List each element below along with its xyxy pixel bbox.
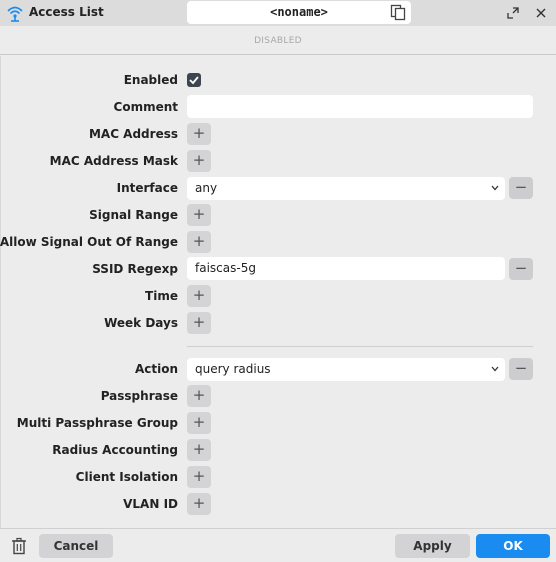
add-mac-address-mask-button[interactable]: +: [187, 150, 211, 172]
window-title: Access List: [29, 5, 104, 19]
ssid-regexp-label: SSID Regexp: [92, 262, 178, 276]
signal-range-label: Signal Range: [89, 208, 178, 222]
check-icon: [189, 76, 199, 85]
title-bar: Access List <noname>: [0, 0, 556, 26]
cancel-button[interactable]: Cancel: [39, 534, 113, 558]
multi-passphrase-label: Multi Passphrase Group: [16, 416, 178, 430]
add-time-button[interactable]: +: [187, 285, 211, 307]
add-multi-passphrase-button[interactable]: +: [187, 412, 211, 434]
interface-value: any: [195, 181, 218, 195]
enabled-label: Enabled: [123, 73, 178, 87]
passphrase-label: Passphrase: [100, 389, 178, 403]
comment-input[interactable]: [187, 95, 533, 118]
radius-accounting-label: Radius Accounting: [52, 443, 178, 457]
add-client-isolation-button[interactable]: +: [187, 466, 211, 488]
name-value: <noname>: [270, 5, 328, 19]
chevron-down-icon: [491, 366, 499, 372]
trash-icon[interactable]: [11, 537, 27, 555]
remove-ssid-regexp-button[interactable]: −: [509, 258, 533, 280]
add-week-days-button[interactable]: +: [187, 312, 211, 334]
allow-signal-label: Allow Signal Out Of Range: [0, 235, 178, 249]
ok-button[interactable]: OK: [476, 534, 550, 558]
time-label: Time: [145, 289, 178, 303]
apply-button[interactable]: Apply: [395, 534, 470, 558]
section-divider: [187, 346, 533, 347]
client-isolation-label: Client Isolation: [75, 470, 178, 484]
add-vlan-id-button[interactable]: +: [187, 493, 211, 515]
action-label: Action: [134, 362, 178, 376]
status-badge: DISABLED: [0, 28, 556, 55]
close-icon[interactable]: [533, 5, 549, 21]
comment-label: Comment: [113, 100, 178, 114]
restore-icon[interactable]: [505, 5, 521, 21]
name-field[interactable]: <noname>: [187, 1, 411, 24]
copy-icon[interactable]: [390, 4, 406, 21]
form-panel: Enabled Comment MAC Address + MAC Addres…: [0, 56, 556, 528]
remove-interface-button[interactable]: −: [509, 177, 533, 199]
interface-label: Interface: [116, 181, 178, 195]
interface-select[interactable]: any: [187, 177, 505, 200]
dialog-footer: Cancel Apply OK: [0, 528, 556, 562]
chevron-down-icon: [491, 185, 499, 191]
mac-address-mask-label: MAC Address Mask: [49, 154, 178, 168]
week-days-label: Week Days: [104, 316, 178, 330]
vlan-id-label: VLAN ID: [123, 497, 178, 511]
action-value: query radius: [195, 362, 271, 376]
action-select[interactable]: query radius: [187, 358, 505, 381]
ssid-regexp-input[interactable]: faiscas-5g: [187, 257, 505, 280]
mac-address-label: MAC Address: [88, 127, 178, 141]
enabled-checkbox[interactable]: [187, 73, 201, 87]
add-signal-range-button[interactable]: +: [187, 204, 211, 226]
add-allow-signal-button[interactable]: +: [187, 231, 211, 253]
wireless-icon: [7, 6, 23, 22]
add-mac-address-button[interactable]: +: [187, 123, 211, 145]
remove-action-button[interactable]: −: [509, 358, 533, 380]
add-radius-accounting-button[interactable]: +: [187, 439, 211, 461]
add-passphrase-button[interactable]: +: [187, 385, 211, 407]
